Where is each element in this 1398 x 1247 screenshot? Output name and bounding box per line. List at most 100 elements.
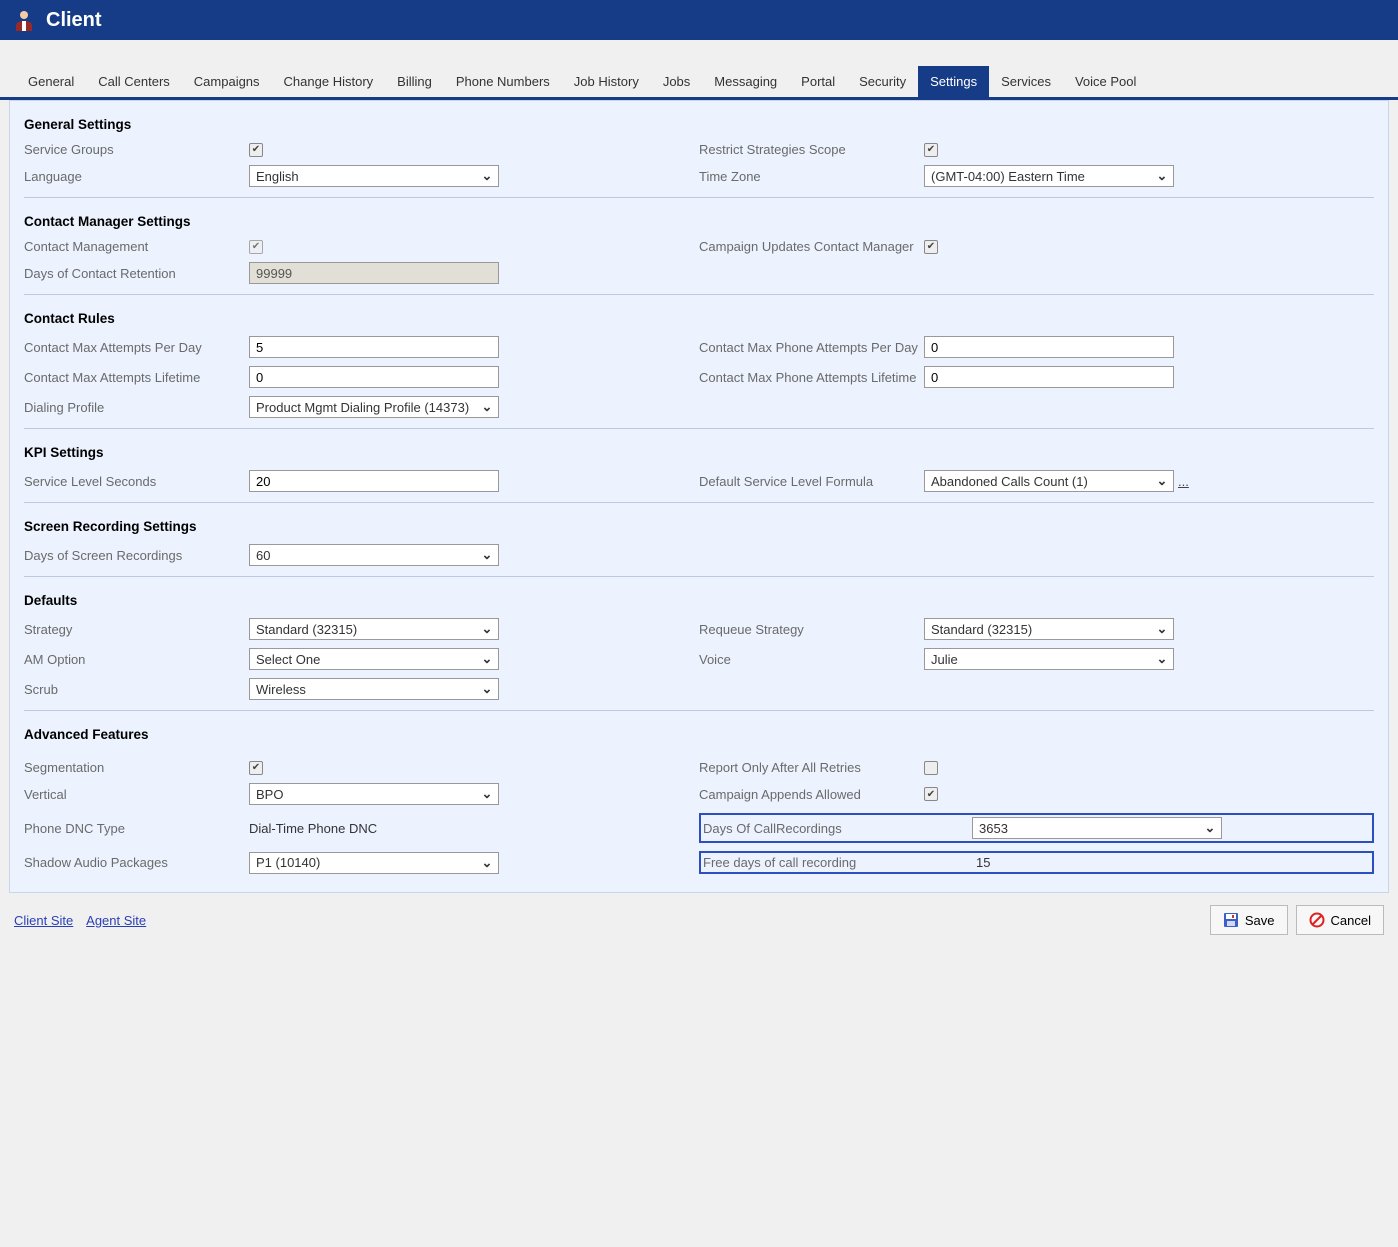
days-callrec-select[interactable]: 3653 ⌄: [972, 817, 1222, 839]
campaign-updates-label: Campaign Updates Contact Manager: [699, 239, 924, 254]
divider: [24, 428, 1374, 429]
language-label: Language: [24, 169, 249, 184]
chevron-down-icon: ⌄: [476, 621, 498, 637]
days-screen-rec-label: Days of Screen Recordings: [24, 548, 249, 563]
dialing-profile-select[interactable]: Product Mgmt Dialing Profile (14373) ⌄: [249, 396, 499, 418]
formula-more-link[interactable]: ...: [1178, 474, 1189, 489]
days-screen-rec-select[interactable]: 60 ⌄: [249, 544, 499, 566]
app-header: Client: [0, 0, 1398, 40]
save-icon: [1223, 912, 1239, 928]
days-callrec-label: Days Of CallRecordings: [703, 821, 972, 836]
divider: [24, 294, 1374, 295]
divider: [24, 710, 1374, 711]
tab-general[interactable]: General: [16, 66, 86, 97]
vertical-label: Vertical: [24, 787, 249, 802]
chevron-down-icon: ⌄: [476, 399, 498, 415]
tab-job-history[interactable]: Job History: [562, 66, 651, 97]
strategy-select[interactable]: Standard (32315) ⌄: [249, 618, 499, 640]
max-phone-attempts-life-input[interactable]: [924, 366, 1174, 388]
chevron-down-icon: ⌄: [476, 547, 498, 563]
timezone-label: Time Zone: [699, 169, 924, 184]
tab-settings[interactable]: Settings: [918, 66, 989, 97]
requeue-label: Requeue Strategy: [699, 622, 924, 637]
agent-site-link[interactable]: Agent Site: [86, 913, 146, 928]
chevron-down-icon: ⌄: [1151, 168, 1173, 184]
chevron-down-icon: ⌄: [1151, 473, 1173, 489]
section-defaults: Defaults: [24, 593, 1374, 608]
max-attempts-day-label: Contact Max Attempts Per Day: [24, 340, 249, 355]
campaign-appends-checkbox[interactable]: [924, 787, 938, 801]
shadow-audio-select[interactable]: P1 (10140) ⌄: [249, 852, 499, 874]
tab-voice-pool[interactable]: Voice Pool: [1063, 66, 1148, 97]
client-site-link[interactable]: Client Site: [14, 913, 73, 928]
section-contact-manager: Contact Manager Settings: [24, 214, 1374, 229]
tab-call-centers[interactable]: Call Centers: [86, 66, 182, 97]
cancel-button[interactable]: Cancel: [1296, 905, 1384, 935]
section-advanced: Advanced Features: [24, 727, 1374, 742]
chevron-down-icon: ⌄: [1199, 820, 1221, 836]
divider: [24, 197, 1374, 198]
report-only-checkbox[interactable]: [924, 761, 938, 775]
restrict-strategies-checkbox[interactable]: [924, 143, 938, 157]
divider: [24, 502, 1374, 503]
section-general-settings: General Settings: [24, 117, 1374, 132]
chevron-down-icon: ⌄: [476, 168, 498, 184]
scrub-label: Scrub: [24, 682, 249, 697]
cancel-icon: [1309, 912, 1325, 928]
max-attempts-day-input[interactable]: [249, 336, 499, 358]
free-days-label: Free days of call recording: [703, 855, 976, 870]
client-icon: [14, 8, 34, 32]
service-groups-checkbox[interactable]: [249, 143, 263, 157]
max-attempts-life-label: Contact Max Attempts Lifetime: [24, 370, 249, 385]
tab-portal[interactable]: Portal: [789, 66, 847, 97]
tab-bar: General Call Centers Campaigns Change Hi…: [0, 66, 1398, 100]
default-formula-select[interactable]: Abandoned Calls Count (1) ⌄: [924, 470, 1174, 492]
service-level-label: Service Level Seconds: [24, 474, 249, 489]
timezone-select[interactable]: (GMT-04:00) Eastern Time ⌄: [924, 165, 1174, 187]
days-callrec-highlight: Days Of CallRecordings 3653 ⌄: [699, 813, 1374, 843]
tab-services[interactable]: Services: [989, 66, 1063, 97]
max-attempts-life-input[interactable]: [249, 366, 499, 388]
language-select[interactable]: English ⌄: [249, 165, 499, 187]
section-screen-recording: Screen Recording Settings: [24, 519, 1374, 534]
requeue-select[interactable]: Standard (32315) ⌄: [924, 618, 1174, 640]
tab-phone-numbers[interactable]: Phone Numbers: [444, 66, 562, 97]
vertical-select[interactable]: BPO ⌄: [249, 783, 499, 805]
campaign-updates-checkbox[interactable]: [924, 240, 938, 254]
shadow-audio-label: Shadow Audio Packages: [24, 855, 249, 870]
save-button[interactable]: Save: [1210, 905, 1288, 935]
settings-panel: General Settings Service Groups Restrict…: [9, 100, 1389, 893]
campaign-appends-label: Campaign Appends Allowed: [699, 787, 924, 802]
tab-change-history[interactable]: Change History: [272, 66, 386, 97]
tab-security[interactable]: Security: [847, 66, 918, 97]
max-phone-attempts-day-label: Contact Max Phone Attempts Per Day: [699, 340, 924, 355]
restrict-strategies-label: Restrict Strategies Scope: [699, 142, 924, 157]
tab-billing[interactable]: Billing: [385, 66, 444, 97]
voice-label: Voice: [699, 652, 924, 667]
contact-mgmt-checkbox: [249, 240, 263, 254]
max-phone-attempts-life-label: Contact Max Phone Attempts Lifetime: [699, 370, 924, 385]
days-retention-label: Days of Contact Retention: [24, 266, 249, 281]
contact-mgmt-label: Contact Management: [24, 239, 249, 254]
service-groups-label: Service Groups: [24, 142, 249, 157]
tab-messaging[interactable]: Messaging: [702, 66, 789, 97]
voice-select[interactable]: Julie ⌄: [924, 648, 1174, 670]
free-days-value: 15: [976, 855, 990, 870]
tab-campaigns[interactable]: Campaigns: [182, 66, 272, 97]
chevron-down-icon: ⌄: [1151, 621, 1173, 637]
dialing-profile-label: Dialing Profile: [24, 400, 249, 415]
divider: [24, 576, 1374, 577]
days-retention-input: [249, 262, 499, 284]
max-phone-attempts-day-input[interactable]: [924, 336, 1174, 358]
scrub-select[interactable]: Wireless ⌄: [249, 678, 499, 700]
report-only-label: Report Only After All Retries: [699, 760, 924, 775]
chevron-down-icon: ⌄: [476, 855, 498, 871]
am-option-select[interactable]: Select One ⌄: [249, 648, 499, 670]
strategy-label: Strategy: [24, 622, 249, 637]
service-level-input[interactable]: [249, 470, 499, 492]
segmentation-checkbox[interactable]: [249, 761, 263, 775]
page-title: Client: [46, 9, 102, 32]
chevron-down-icon: ⌄: [476, 786, 498, 802]
tab-jobs[interactable]: Jobs: [651, 66, 702, 97]
phone-dnc-value: Dial-Time Phone DNC: [249, 821, 377, 836]
